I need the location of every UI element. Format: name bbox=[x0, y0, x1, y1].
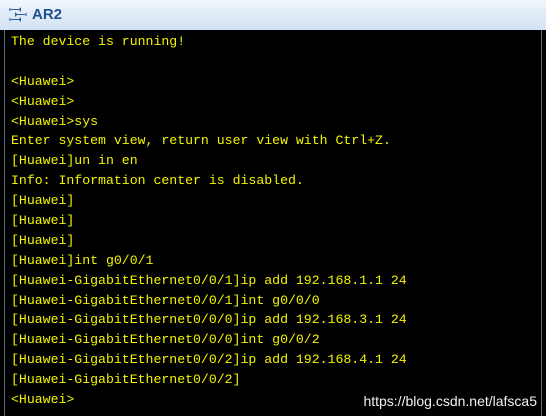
terminal-line: [Huawei-GigabitEthernet0/0/1]ip add 192.… bbox=[11, 272, 407, 288]
terminal-line: <Huawei>sys bbox=[11, 113, 99, 129]
title-bar[interactable]: AR2 bbox=[0, 0, 546, 30]
terminal-line: [Huawei-GigabitEthernet0/0/0]ip add 192.… bbox=[11, 312, 407, 328]
terminal-line: The device is running! bbox=[11, 34, 186, 49]
terminal-line: [Huawei]un in en bbox=[11, 153, 138, 169]
terminal-line: <Huawei> bbox=[11, 392, 75, 408]
terminal-line: [Huawei] bbox=[11, 232, 75, 248]
terminal-lines: The device is running! <Huawei> <Huawei> <H… bbox=[11, 32, 407, 410]
terminal-line: Enter system view, return user view with… bbox=[11, 133, 391, 149]
terminal-line: [Huawei] bbox=[11, 193, 75, 209]
terminal-line: Info: Information center is disabled. bbox=[11, 173, 304, 189]
terminal-line: [Huawei-GigabitEthernet0/0/2] bbox=[11, 372, 241, 388]
watermark-url: https://blog.csdn.net/lafsca5 bbox=[363, 393, 537, 409]
terminal-line: [Huawei]int g0/0/1 bbox=[11, 252, 154, 268]
terminal-line: [Huawei] bbox=[11, 213, 75, 229]
terminal-line: <Huawei> bbox=[11, 93, 75, 109]
terminal-line: [Huawei-GigabitEthernet0/0/2]ip add 192.… bbox=[11, 352, 407, 368]
terminal-line: [Huawei-GigabitEthernet0/0/1]int g0/0/0 bbox=[11, 292, 320, 308]
window-title: AR2 bbox=[32, 6, 63, 23]
terminal-output[interactable]: The device is running! <Huawei> <Huawei> <H… bbox=[4, 30, 542, 416]
terminal-line: <Huawei> bbox=[11, 73, 75, 89]
terminal-line: [Huawei-GigabitEthernet0/0/0]int g0/0/2 bbox=[11, 332, 320, 348]
console-window: AR2 The device is running! <Huawei> <Huawe… bbox=[0, 0, 546, 416]
router-console-icon bbox=[8, 6, 28, 24]
